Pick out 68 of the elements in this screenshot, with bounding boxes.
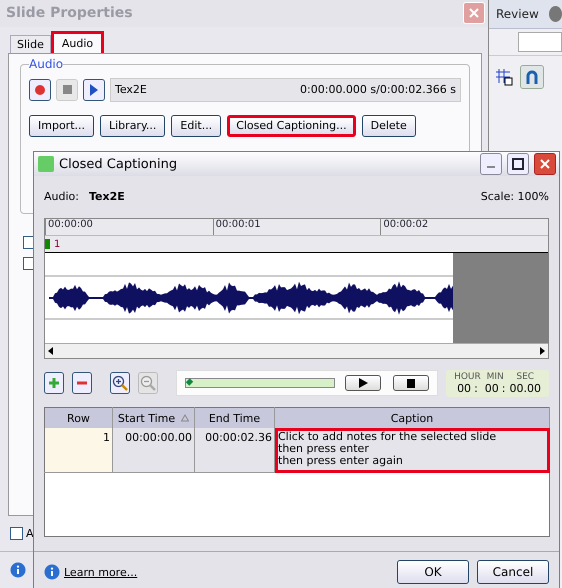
time-separator: : — [502, 382, 506, 394]
dialog-button[interactable]: Delete — [362, 114, 416, 137]
toolbar-button[interactable] — [44, 372, 64, 394]
record-button[interactable] — [29, 78, 51, 101]
clip-time: 0:00:00.000 s/0:00:02.366 s — [300, 83, 456, 96]
time-unit-label: HOUR — [454, 372, 481, 382]
zoom-out-icon — [140, 375, 156, 391]
column-header[interactable]: Row — [44, 408, 112, 428]
plus-icon — [48, 377, 60, 389]
horizontal-scrollbar[interactable] — [45, 343, 548, 358]
clip-name: Tex2E — [115, 83, 147, 96]
time-separator: : — [474, 382, 478, 394]
stop-icon — [62, 85, 72, 94]
play-icon — [358, 378, 368, 388]
maximize-button[interactable] — [507, 153, 529, 175]
time-value: 00 — [484, 382, 499, 394]
time-value: 00.00 — [510, 382, 541, 394]
learn-more-link[interactable]: Learn more... — [64, 566, 138, 578]
sort-icon — [181, 414, 190, 422]
play-button[interactable] — [345, 375, 382, 391]
play-button[interactable] — [83, 78, 105, 101]
info-icon — [10, 562, 26, 578]
input-field[interactable] — [518, 32, 562, 52]
tab[interactable]: Slide — [10, 34, 51, 53]
marker-number: 1 — [54, 238, 60, 250]
window-title: Closed Captioning — [59, 156, 178, 172]
app-icon — [38, 156, 54, 172]
toolbar-button[interactable] — [110, 372, 130, 394]
marker-flag-icon[interactable] — [45, 239, 50, 249]
table-cell: 00:00:02.36 — [194, 428, 274, 472]
close-button[interactable] — [534, 153, 556, 175]
close-icon — [468, 7, 480, 20]
seek-thumb[interactable] — [186, 378, 194, 386]
time-unit-label: SEC — [516, 372, 534, 382]
time-unit-label: MIN — [486, 372, 504, 382]
dialog-button[interactable]: Closed Captioning... — [227, 114, 356, 137]
minimize-button[interactable] — [480, 153, 502, 175]
grid-icon[interactable] — [494, 67, 514, 87]
column-header[interactable]: Caption — [274, 408, 550, 428]
audio-label: Audio: — [44, 190, 79, 202]
checkbox[interactable] — [10, 526, 23, 540]
dialog-button[interactable]: Edit... — [171, 114, 222, 137]
play-icon — [90, 84, 98, 96]
tab[interactable]: Audio — [50, 30, 104, 53]
table-cell: 1 — [44, 428, 112, 472]
stop-button[interactable] — [393, 375, 430, 391]
record-icon — [35, 84, 45, 95]
time-value: 00 — [457, 382, 472, 394]
info-icon — [44, 564, 60, 580]
dialog-button[interactable]: OK — [397, 560, 469, 584]
group-label: Audio — [29, 56, 64, 71]
window-title: Slide Properties — [6, 5, 133, 22]
dialog-button[interactable]: Cancel — [477, 560, 549, 584]
column-header[interactable]: End Time — [194, 408, 274, 428]
checkbox-label: A — [26, 526, 34, 540]
magnet-icon[interactable] — [520, 65, 544, 89]
scale-label: Scale: 100% — [480, 190, 549, 202]
caption-cell[interactable]: Click to add notes for the selected slide then press enter then press enter again — [274, 428, 550, 472]
dialog-button[interactable]: Import... — [29, 114, 94, 137]
stop-icon — [407, 378, 416, 388]
column-header[interactable]: Start Time — [112, 408, 194, 428]
close-icon — [539, 158, 551, 170]
toolbar-button[interactable] — [72, 372, 92, 394]
maximize-icon — [512, 158, 524, 170]
zoom-in-icon — [112, 375, 128, 391]
dialog-button[interactable]: Library... — [100, 114, 166, 137]
audio-name: Tex2E — [88, 190, 125, 202]
table-cell: 00:00:00.00 — [112, 428, 194, 472]
